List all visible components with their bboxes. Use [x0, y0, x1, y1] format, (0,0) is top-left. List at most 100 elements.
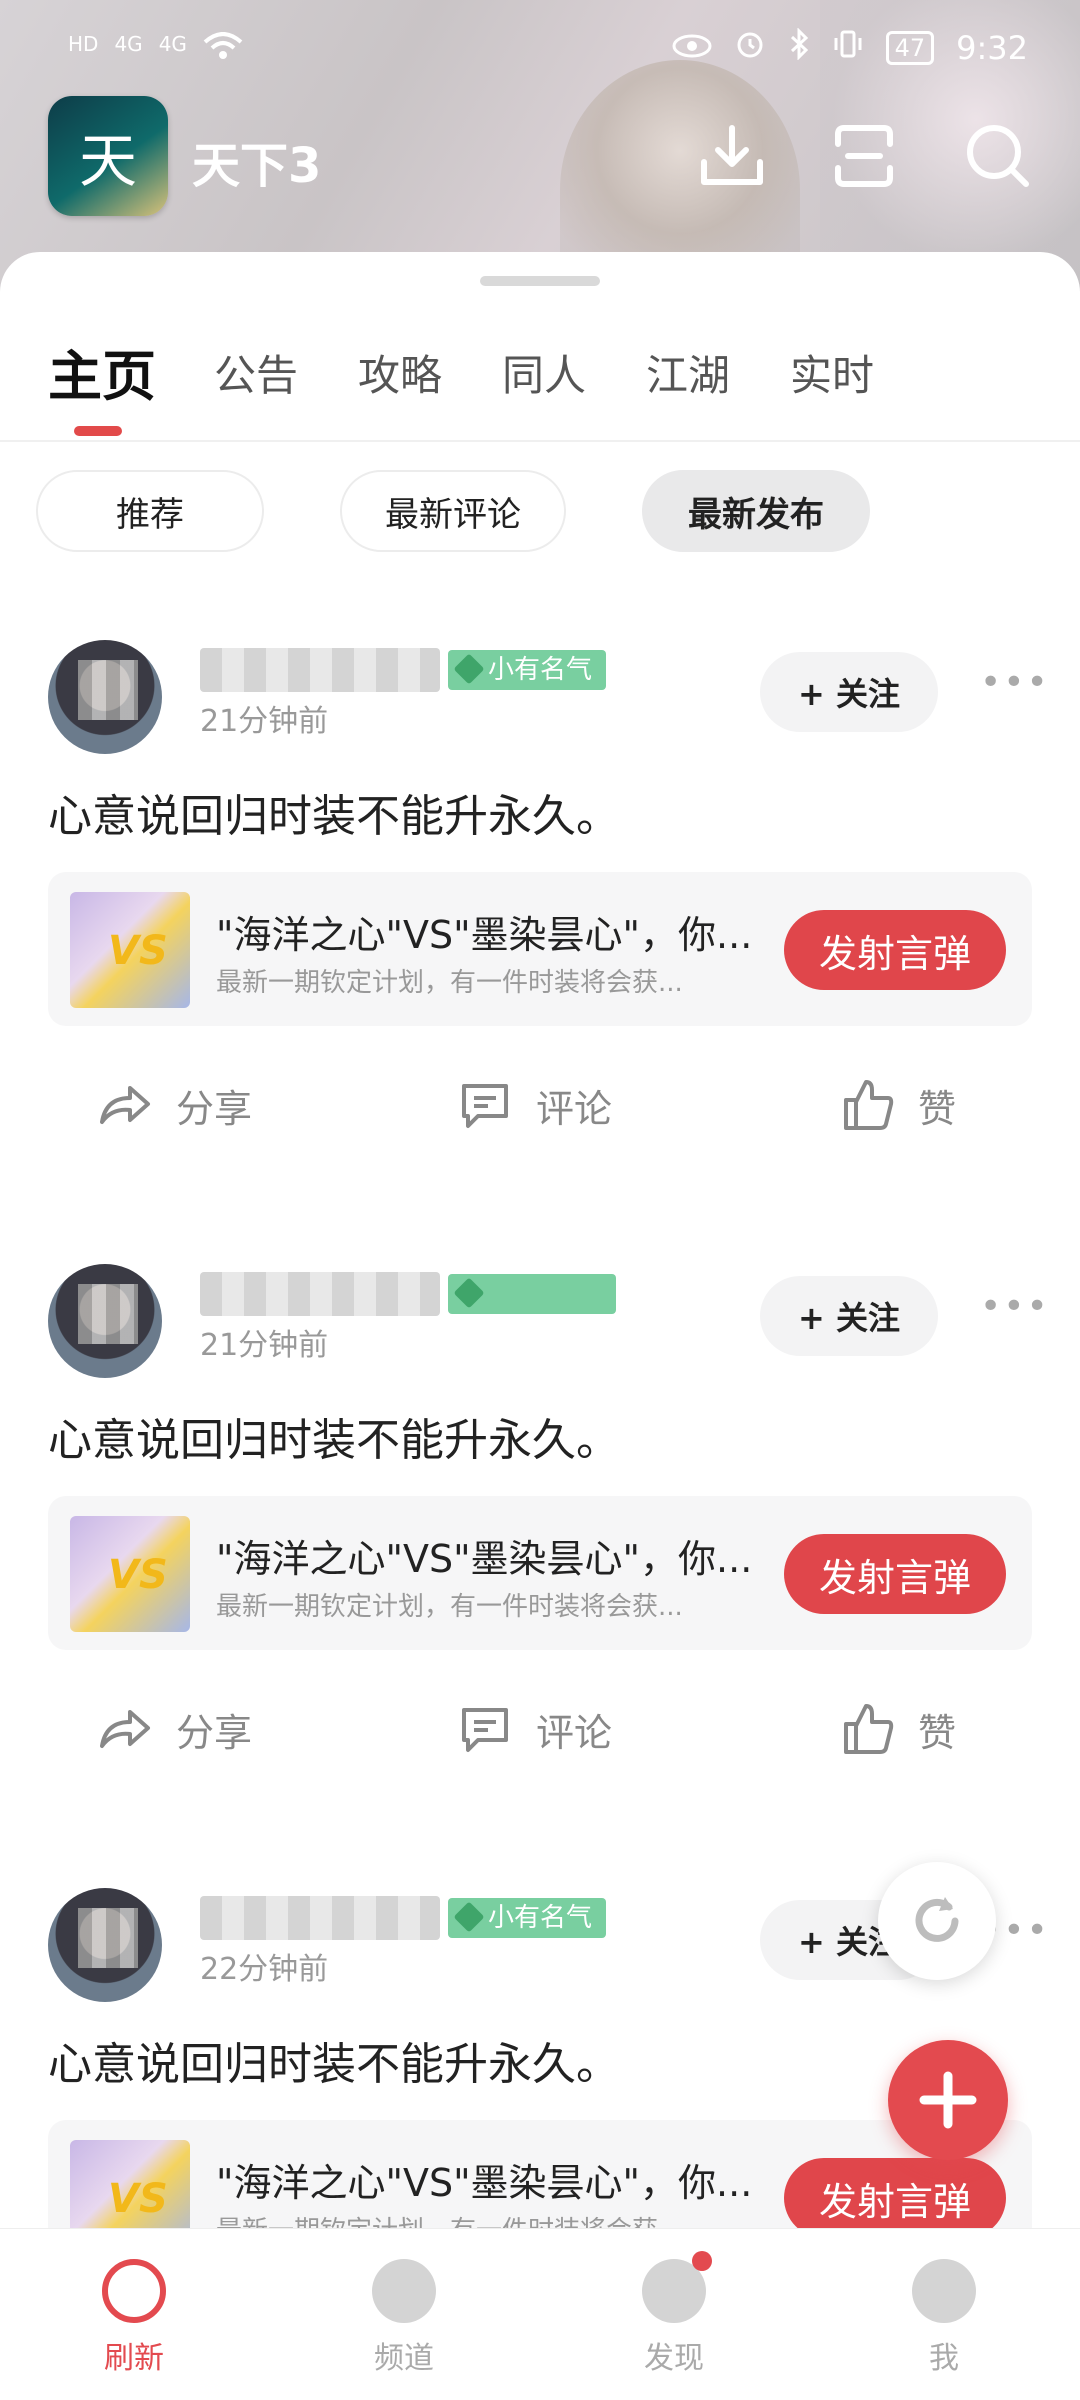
share-button[interactable]: 分享	[96, 1700, 252, 1758]
thumbs-up-icon	[844, 1704, 894, 1754]
filter-chips: 推荐 最新评论 最新发布	[0, 444, 1080, 572]
follow-button[interactable]: + 关注	[760, 652, 938, 732]
avatar[interactable]	[48, 1264, 162, 1378]
username-blurred[interactable]	[200, 648, 440, 692]
post-time: 22分钟前	[200, 1952, 329, 1987]
bottom-navigation: 刷新 频道 发现 我	[0, 2228, 1080, 2400]
search-icon[interactable]	[960, 118, 1036, 194]
article-title: "海洋之心"VS"墨染昙心"，你...	[216, 2161, 753, 2205]
fire-comment-button[interactable]: 发射言弹	[784, 910, 1006, 990]
nav-discover[interactable]: 发现	[594, 2251, 754, 2377]
filter-latest-post[interactable]: 最新发布	[642, 470, 870, 552]
level-badge: 小有名气	[448, 1898, 607, 1938]
like-button[interactable]: 赞	[838, 1700, 956, 1758]
post-time: 21分钟前	[200, 1328, 329, 1363]
section-tabs: 主页 公告 攻略 同人 江湖 实时	[0, 332, 1080, 442]
comment-button[interactable]: 评论	[456, 1076, 612, 1134]
tab-fanwork[interactable]: 同人	[502, 342, 586, 403]
comment-label: 评论	[536, 1710, 613, 1755]
comment-button[interactable]: 评论	[456, 1700, 612, 1758]
follow-button[interactable]: + 关注	[760, 1276, 938, 1356]
article-thumbnail: VS	[70, 892, 190, 1008]
article-summary: 最新一期钦定计划，有一件时装将会获...	[216, 1592, 683, 1622]
nav-refresh[interactable]: 刷新	[54, 2259, 214, 2377]
linked-article-card[interactable]: VS "海洋之心"VS"墨染昙心"，你... 最新一期钦定计划，有一件时装将会获…	[48, 2120, 1032, 2228]
nav-me[interactable]: 我	[864, 2259, 1024, 2377]
bluetooth-icon	[788, 27, 810, 68]
refresh-fab[interactable]	[878, 1862, 996, 1980]
nav-refresh-label: 刷新	[104, 2341, 164, 2376]
app-logo[interactable]: 天	[48, 96, 168, 216]
filter-recommend[interactable]: 推荐	[36, 470, 264, 552]
profile-icon	[912, 2259, 976, 2323]
scan-icon[interactable]	[826, 118, 902, 194]
comment-label: 评论	[536, 1086, 613, 1131]
post-text[interactable]: 心意说回归时装不能升永久。	[48, 2028, 620, 2092]
planet-icon	[642, 2251, 712, 2323]
like-label: 赞	[918, 1086, 957, 1131]
nav-discover-label: 发现	[644, 2341, 704, 2376]
share-label: 分享	[176, 1710, 253, 1755]
create-post-button[interactable]	[888, 2040, 1008, 2160]
post-text[interactable]: 心意说回归时装不能升永久。	[48, 1404, 620, 1468]
post-actions: 分享 评论 赞	[0, 1066, 1080, 1146]
tab-realtime[interactable]: 实时	[790, 342, 874, 403]
battery-level: 47	[885, 31, 935, 65]
refresh-icon	[915, 1897, 959, 1942]
vibrate-icon	[832, 28, 864, 68]
post-card: 21分钟前 + 关注 ••• 心意说回归时装不能升永久。 VS "海洋之心"VS…	[0, 1220, 1080, 1808]
alarm-icon	[734, 28, 766, 68]
post-text[interactable]: 心意说回归时装不能升永久。	[48, 780, 620, 844]
article-thumbnail: VS	[70, 1516, 190, 1632]
nav-channel[interactable]: 频道	[324, 2259, 484, 2377]
post-actions: 分享 评论 赞	[0, 1690, 1080, 1770]
tab-guide[interactable]: 攻略	[358, 342, 442, 403]
wifi-icon	[203, 32, 243, 65]
app-title: 天下3	[192, 138, 322, 194]
more-options-icon[interactable]: •••	[980, 1286, 1050, 1327]
avatar[interactable]	[48, 640, 162, 754]
refresh-nav-icon	[102, 2259, 166, 2323]
article-title: "海洋之心"VS"墨染昙心"，你...	[216, 1537, 753, 1581]
filter-latest-comment[interactable]: 最新评论	[340, 470, 566, 552]
app-bar: 天 天下3	[0, 96, 1080, 216]
avatar[interactable]	[48, 1888, 162, 2002]
clock-time: 9:32	[956, 29, 1028, 67]
share-button[interactable]: 分享	[96, 1076, 252, 1134]
eye-icon	[672, 29, 712, 67]
channel-icon	[372, 2259, 436, 2323]
username-blurred[interactable]	[200, 1272, 440, 1316]
status-hd: HD	[68, 32, 99, 56]
article-summary: 最新一期钦定计划，有一件时装将会获...	[216, 968, 683, 998]
share-label: 分享	[176, 1086, 253, 1131]
comment-icon	[462, 1708, 508, 1752]
share-icon	[100, 1710, 150, 1748]
tab-home[interactable]: 主页	[48, 332, 156, 411]
username-blurred[interactable]	[200, 1896, 440, 1940]
post-card: 小有名气 21分钟前 + 关注 ••• 心意说回归时装不能升永久。 VS "海洋…	[0, 596, 1080, 1184]
sheet-drag-handle[interactable]	[480, 276, 600, 286]
post-time: 21分钟前	[200, 704, 329, 739]
plus-icon	[919, 2071, 977, 2129]
app-logo-text: 天	[78, 127, 137, 195]
active-tab-indicator	[74, 426, 122, 436]
fire-comment-button[interactable]: 发射言弹	[784, 1534, 1006, 1614]
tab-announcement[interactable]: 公告	[214, 342, 298, 403]
notification-dot	[692, 2251, 712, 2271]
download-icon[interactable]	[694, 118, 770, 194]
article-title: "海洋之心"VS"墨染昙心"，你...	[216, 913, 753, 957]
linked-article-card[interactable]: VS "海洋之心"VS"墨染昙心"，你... 最新一期钦定计划，有一件时装将会获…	[48, 872, 1032, 1026]
like-button[interactable]: 赞	[838, 1076, 956, 1134]
linked-article-card[interactable]: VS "海洋之心"VS"墨染昙心"，你... 最新一期钦定计划，有一件时装将会获…	[48, 1496, 1032, 1650]
article-thumbnail: VS	[70, 2140, 190, 2228]
share-icon	[100, 1086, 150, 1124]
level-badge	[448, 1274, 616, 1314]
fire-comment-button[interactable]: 发射言弹	[784, 2158, 1006, 2228]
more-options-icon[interactable]: •••	[980, 662, 1050, 703]
thumbs-up-icon	[844, 1080, 894, 1130]
nav-me-label: 我	[929, 2341, 959, 2376]
article-summary: 最新一期钦定计划，有一件时装将会获...	[216, 2210, 756, 2228]
tab-jianghu[interactable]: 江湖	[646, 342, 730, 403]
nav-channel-label: 频道	[374, 2341, 434, 2376]
level-badge: 小有名气	[448, 650, 607, 690]
